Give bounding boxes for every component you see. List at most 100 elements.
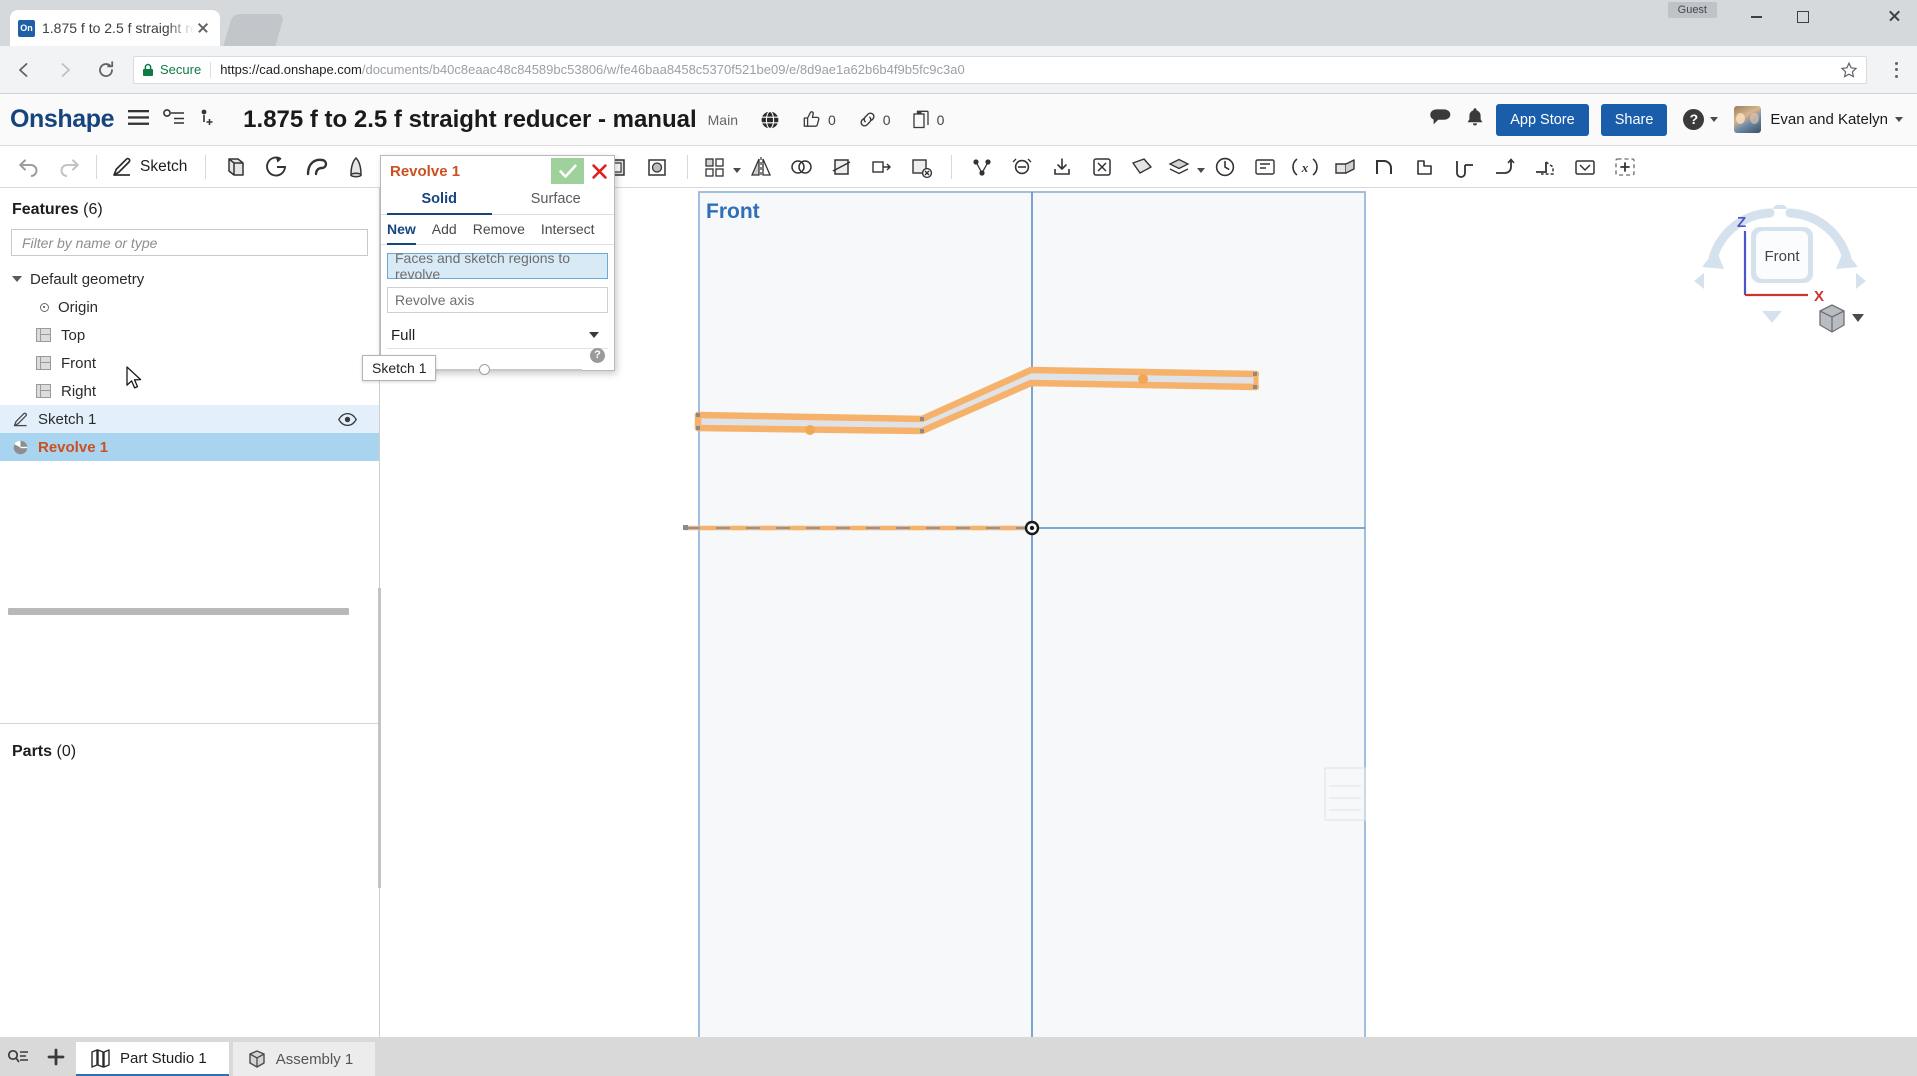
loft-icon[interactable] xyxy=(336,150,376,184)
bend-icon[interactable] xyxy=(1485,150,1525,184)
user-name-label[interactable]: Evan and Katelyn xyxy=(1770,111,1888,128)
tab-remove[interactable]: Remove xyxy=(473,215,525,244)
clock-history-icon[interactable] xyxy=(1205,150,1245,184)
tree-item-front[interactable]: Front xyxy=(0,349,379,377)
boolean-icon[interactable] xyxy=(781,150,821,184)
modify-icon[interactable] xyxy=(1002,150,1042,184)
tab-icon[interactable] xyxy=(1405,150,1445,184)
tree-group-default-geometry[interactable]: Default geometry xyxy=(0,265,379,293)
tab-assembly-1[interactable]: Assembly 1 xyxy=(232,1042,376,1076)
onshape-logo[interactable]: Onshape xyxy=(10,105,115,134)
new-tab-button[interactable] xyxy=(223,14,285,46)
browser-menu-icon[interactable] xyxy=(1881,55,1911,85)
join-icon[interactable] xyxy=(1565,150,1605,184)
sweep-icon[interactable] xyxy=(296,150,336,184)
public-globe-icon[interactable] xyxy=(760,110,780,130)
omnibox-divider xyxy=(210,61,212,78)
transform-icon[interactable] xyxy=(861,150,901,184)
feature-filter-box[interactable] xyxy=(11,229,368,256)
tab-solid[interactable]: Solid xyxy=(381,186,498,215)
tab-part-studio-1[interactable]: Part Studio 1 xyxy=(76,1042,229,1076)
avatar[interactable] xyxy=(1734,106,1762,133)
main-menu-icon[interactable] xyxy=(128,109,150,131)
rollback-bar[interactable] xyxy=(8,608,349,615)
guest-profile-chip[interactable]: Guest xyxy=(1667,2,1717,18)
pattern-chevron-icon[interactable] xyxy=(733,167,742,173)
tree-item-sketch-1[interactable]: Sketch 1 xyxy=(0,405,379,433)
tree-item-top[interactable]: Top xyxy=(0,321,379,349)
reload-icon[interactable] xyxy=(89,53,123,87)
notifications-bell-icon[interactable] xyxy=(1466,107,1484,132)
confirm-button[interactable] xyxy=(551,158,584,184)
add-tool-icon[interactable] xyxy=(1605,150,1645,184)
tree-item-label: Right xyxy=(61,382,97,400)
tab-surface[interactable]: Surface xyxy=(498,186,615,214)
copies-stat[interactable]: 0 xyxy=(912,110,944,129)
insert-feature-icon[interactable] xyxy=(199,108,215,131)
view-cube[interactable]: Front Z X xyxy=(1690,205,1890,365)
forward-icon[interactable] xyxy=(48,53,82,87)
revolve-icon[interactable] xyxy=(256,150,296,184)
close-window-icon[interactable] xyxy=(1871,0,1917,32)
chevron-down-icon[interactable] xyxy=(12,276,22,282)
feature-filter-input[interactable] xyxy=(20,233,359,252)
assembly-mate-icon[interactable] xyxy=(962,150,1002,184)
faces-to-revolve-field[interactable]: Faces and sketch regions to revolve xyxy=(387,250,608,282)
tab-new[interactable]: New xyxy=(387,215,416,245)
flange-icon[interactable] xyxy=(1365,150,1405,184)
sketch-plane-label: Front xyxy=(706,200,760,223)
plane-icon[interactable] xyxy=(1122,150,1162,184)
branch-label[interactable]: Main xyxy=(708,112,738,128)
bookmark-star-icon[interactable] xyxy=(1840,61,1858,79)
sheet-metal-icon[interactable] xyxy=(1325,150,1365,184)
variable-icon[interactable]: x xyxy=(1285,150,1325,184)
app-store-button[interactable]: App Store xyxy=(1496,103,1589,136)
variable-studio-icon[interactable] xyxy=(1082,150,1122,184)
rotate-down-arrow-icon xyxy=(1762,311,1782,323)
tree-item-origin[interactable]: Origin xyxy=(0,293,379,321)
version-history-icon[interactable] xyxy=(163,108,185,131)
address-bar[interactable]: Secure https://cad.onshape.com/documents… xyxy=(133,55,1867,84)
tree-item-right[interactable]: Right xyxy=(0,377,379,405)
extrude-icon[interactable] xyxy=(216,150,256,184)
help-icon[interactable]: ? xyxy=(590,348,605,363)
pattern-icon[interactable] xyxy=(698,150,732,184)
delete-face-icon[interactable] xyxy=(901,150,941,184)
import-icon[interactable] xyxy=(1042,150,1082,184)
configuration-icon[interactable] xyxy=(1245,150,1285,184)
user-menu-chevron-icon[interactable] xyxy=(1895,117,1903,122)
hem-icon[interactable] xyxy=(1445,150,1485,184)
add-tab-button[interactable] xyxy=(36,1037,76,1076)
document-title[interactable]: 1.875 f to 2.5 f straight reducer - manu… xyxy=(243,106,696,134)
back-icon[interactable] xyxy=(7,53,41,87)
revolve-axis-field[interactable]: Revolve axis xyxy=(387,287,608,313)
tab-intersect[interactable]: Intersect xyxy=(541,215,595,244)
comments-icon[interactable] xyxy=(1429,107,1452,132)
unfold-icon[interactable] xyxy=(1525,150,1565,184)
slider-handle[interactable] xyxy=(479,364,490,375)
layers-chevron-icon[interactable] xyxy=(1197,167,1206,173)
enclose-icon[interactable] xyxy=(637,150,677,184)
layers-icon[interactable] xyxy=(1162,150,1196,184)
likes-stat[interactable]: 0 xyxy=(802,110,836,129)
undo-icon[interactable] xyxy=(12,150,46,184)
cancel-button[interactable] xyxy=(584,158,614,184)
help-menu[interactable]: ? xyxy=(1683,109,1719,130)
tab-manager-icon[interactable] xyxy=(0,1037,36,1076)
share-button[interactable]: Share xyxy=(1600,103,1668,136)
split-icon[interactable] xyxy=(821,150,861,184)
angle-slider[interactable] xyxy=(421,363,600,377)
visibility-eye-icon[interactable] xyxy=(338,413,357,426)
mirror-icon[interactable] xyxy=(741,150,781,184)
tab-add[interactable]: Add xyxy=(432,215,457,244)
maximize-window-icon[interactable] xyxy=(1779,0,1825,32)
revolve-extent-select[interactable]: Full xyxy=(387,322,608,349)
minimize-window-icon[interactable] xyxy=(1733,0,1779,32)
z-axis-label: Z xyxy=(1737,214,1746,231)
sketch-button[interactable]: Sketch xyxy=(107,150,195,184)
browser-tab[interactable]: On 1.875 f to 2.5 f straight re xyxy=(10,10,220,46)
close-tab-icon[interactable] xyxy=(194,19,212,37)
links-stat[interactable]: 0 xyxy=(858,110,891,129)
tree-item-revolve-1[interactable]: Revolve 1 xyxy=(0,433,379,461)
redo-icon[interactable] xyxy=(52,150,86,184)
